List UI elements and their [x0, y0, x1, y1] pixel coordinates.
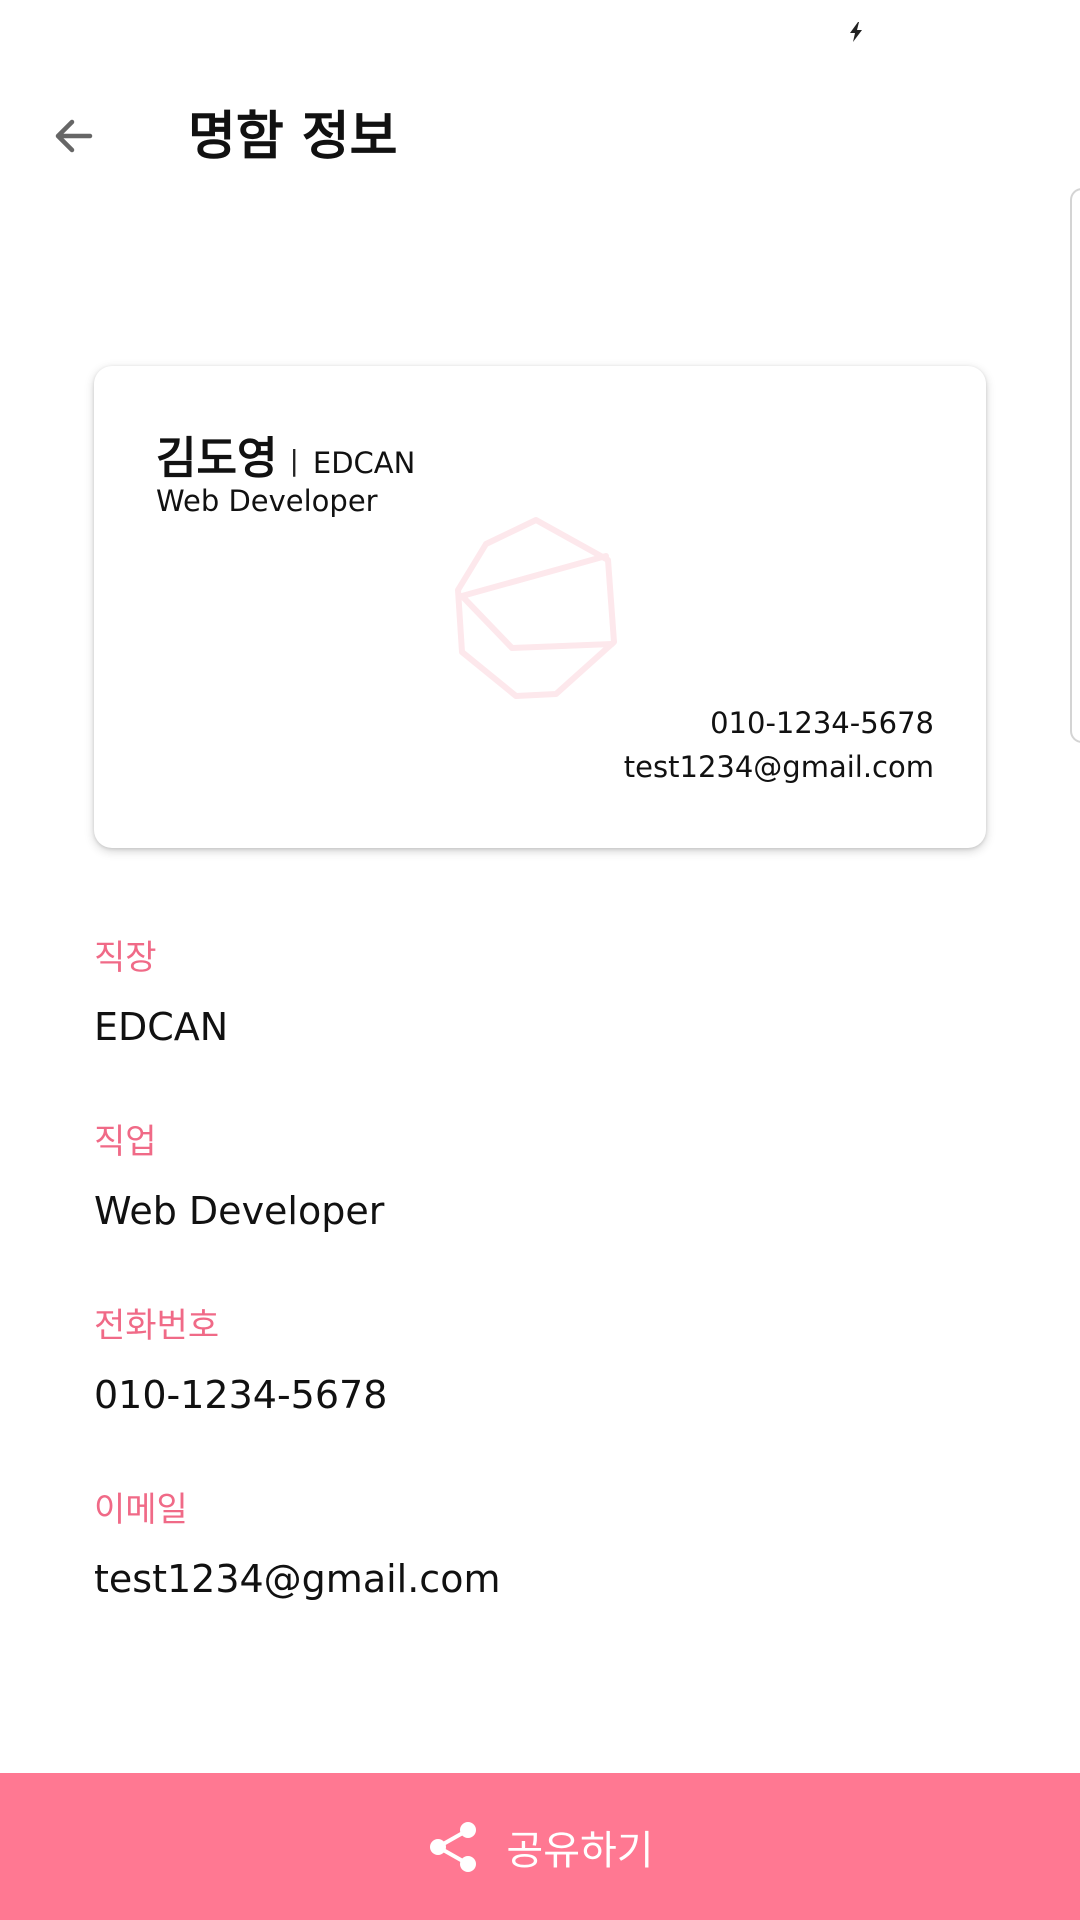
detail-label: 직장 [94, 938, 157, 978]
detail-email: 이메일 test1234@gmail.com [94, 1490, 994, 1602]
detail-workplace: 직장 EDCAN [94, 938, 994, 1050]
detail-value: 010-1234-5678 [94, 1372, 388, 1417]
hexagon-logo-icon [455, 517, 617, 699]
detail-label: 전화번호 [94, 1306, 220, 1346]
detail-value: Web Developer [94, 1188, 385, 1233]
share-label: 공유하기 [506, 1827, 654, 1874]
detail-value: test1234@gmail.com [94, 1556, 501, 1601]
detail-value: EDCAN [94, 1004, 229, 1049]
share-icon [426, 1820, 480, 1874]
card-name: 김도영 [156, 433, 278, 484]
card-email: test1234@gmail.com [623, 750, 934, 784]
share-button[interactable]: 공유하기 [0, 1773, 1080, 1920]
card-divider: | [289, 444, 299, 477]
card-job: Web Developer [156, 484, 378, 518]
detail-label: 직업 [94, 1122, 157, 1162]
detail-label: 이메일 [94, 1490, 188, 1530]
card-header: 김도영 | EDCAN [156, 422, 415, 486]
page-title: 명함 정보 [188, 107, 398, 167]
arrow-left-icon [55, 119, 93, 153]
business-card: 김도영 | EDCAN Web Developer 010-1234-5678 … [94, 366, 986, 848]
app-bar: 명함 정보 [0, 64, 1080, 208]
detail-phone: 전화번호 010-1234-5678 [94, 1306, 994, 1418]
charging-bolt-icon [850, 22, 862, 42]
status-bar [0, 0, 1080, 64]
back-button[interactable] [34, 104, 114, 168]
edge-panel-handle[interactable] [1070, 188, 1080, 743]
detail-job: 직업 Web Developer [94, 1122, 994, 1234]
card-phone: 010-1234-5678 [710, 706, 934, 740]
card-company: EDCAN [312, 446, 416, 480]
